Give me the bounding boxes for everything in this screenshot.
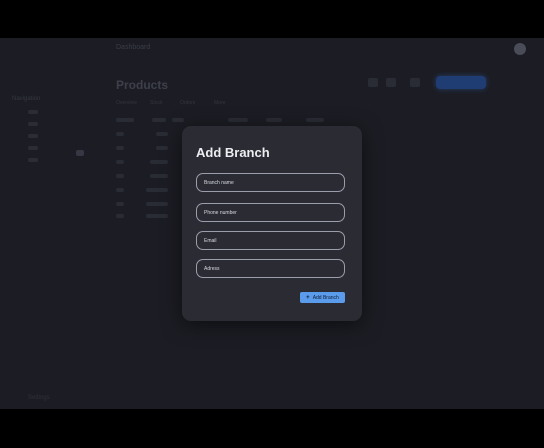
sidebar-collapse-icon[interactable] <box>76 150 84 156</box>
avatar[interactable] <box>514 43 526 55</box>
address-field[interactable] <box>196 259 345 278</box>
more-icon[interactable] <box>410 78 420 87</box>
sidebar-item[interactable] <box>28 122 38 126</box>
app-title: Dashboard <box>116 44 151 51</box>
dialog-title: Add Branch <box>196 145 270 160</box>
filter-icon[interactable] <box>368 78 378 87</box>
sidebar-item[interactable] <box>28 110 38 114</box>
top-bar: Dashboard <box>0 38 544 60</box>
add-branch-dialog: Add Branch + Add Branch <box>182 126 362 321</box>
sidebar-item[interactable] <box>28 134 38 138</box>
plus-icon: + <box>306 294 310 301</box>
letterbox-bottom <box>0 409 544 448</box>
letterbox-top <box>0 0 544 38</box>
tab-more[interactable]: More <box>214 100 225 106</box>
sidebar-footer[interactable]: Settings <box>28 395 50 401</box>
tab-stock[interactable]: Stock <box>150 100 163 106</box>
page-title: Products <box>116 78 169 92</box>
sidebar-heading: Navigation <box>12 96 41 102</box>
add-branch-button[interactable]: + Add Branch <box>300 292 345 303</box>
add-branch-button-label: Add Branch <box>312 294 339 301</box>
table-header <box>116 118 336 124</box>
export-icon[interactable] <box>386 78 396 87</box>
tab-orders[interactable]: Orders <box>180 100 195 106</box>
sidebar-item[interactable] <box>28 146 38 150</box>
tab-overview[interactable]: Overview <box>116 100 137 106</box>
phone-number-field[interactable] <box>196 203 345 222</box>
sidebar: Navigation Settings <box>0 60 100 409</box>
sidebar-item[interactable] <box>28 158 38 162</box>
add-branch-trigger-button[interactable] <box>436 76 486 89</box>
branch-name-field[interactable] <box>196 173 345 192</box>
email-field[interactable] <box>196 231 345 250</box>
